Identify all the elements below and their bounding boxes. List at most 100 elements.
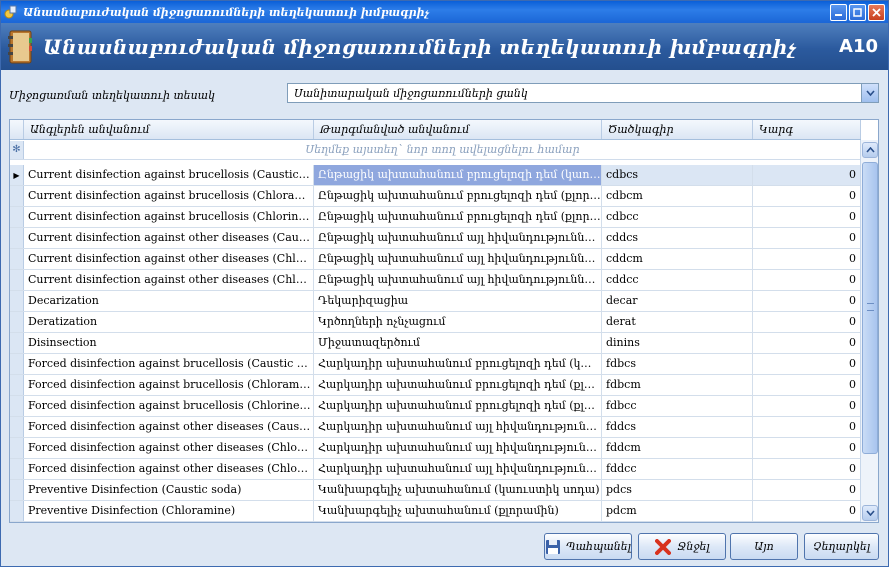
code-cell[interactable]: decar <box>602 291 753 311</box>
row-selector[interactable] <box>10 249 24 269</box>
table-row[interactable]: Deratization Կրծողների ոչնչացում derat 0 <box>10 312 861 333</box>
english-name-cell[interactable]: Preventive Disinfection (Chloramine) <box>24 501 314 521</box>
save-button[interactable]: Պահպանել <box>544 533 632 560</box>
delete-button[interactable]: Ջնջել <box>638 533 726 560</box>
code-cell[interactable]: pdcm <box>602 501 753 521</box>
translated-name-cell[interactable]: Հարկադիր ախտահանում բրուցելոզի դեմ (քլոր… <box>314 396 602 416</box>
order-cell[interactable]: 0 <box>753 417 861 437</box>
order-cell[interactable]: 0 <box>753 186 861 206</box>
row-selector[interactable] <box>10 312 24 332</box>
translated-name-cell[interactable]: Ընթացիկ ախտահանում այլ հիվանդությունների… <box>314 228 602 248</box>
translated-name-cell[interactable]: Ընթացիկ ախտահանում բրուցելոզի դեմ (կաուս… <box>314 165 602 185</box>
english-name-cell[interactable]: Current disinfection against brucellosis… <box>24 207 314 227</box>
table-row[interactable]: Preventive Disinfection (Chloramine) Կանխ… <box>10 501 861 522</box>
table-row[interactable]: Current disinfection against other disea… <box>10 228 861 249</box>
table-row[interactable]: Forced disinfection against other diseas… <box>10 459 861 480</box>
row-selector[interactable] <box>10 186 24 206</box>
cancel-button[interactable]: Չեղարկել <box>804 533 879 560</box>
table-row[interactable]: ▶ Current disinfection against brucellosi… <box>10 165 861 186</box>
current-row-arrow-icon[interactable]: ▶ <box>10 165 24 185</box>
new-row[interactable]: ✻ Սեղմեք այստեղ` նոր տող ավելացնելու համ… <box>10 141 861 160</box>
code-cell[interactable]: cdbcm <box>602 186 753 206</box>
table-row[interactable]: Forced disinfection against brucellosis … <box>10 375 861 396</box>
english-name-cell[interactable]: Current disinfection against other disea… <box>24 228 314 248</box>
row-selector[interactable] <box>10 417 24 437</box>
translated-name-cell[interactable]: Կանխարգելիչ ախտահանում (կաուստիկ սոդա) <box>314 480 602 500</box>
order-cell[interactable]: 0 <box>753 228 861 248</box>
translated-name-cell[interactable]: Հարկադիր ախտահանում բրուցելոզի դեմ (կաու… <box>314 354 602 374</box>
code-cell[interactable]: fddcs <box>602 417 753 437</box>
translated-name-cell[interactable]: Կրծողների ոչնչացում <box>314 312 602 332</box>
english-name-cell[interactable]: Forced disinfection against other diseas… <box>24 438 314 458</box>
code-cell[interactable]: fddcc <box>602 459 753 479</box>
table-row[interactable]: Disinsection Միջատազերծում dinins 0 <box>10 333 861 354</box>
row-selector[interactable] <box>10 354 24 374</box>
english-name-cell[interactable]: Current disinfection against brucellosis… <box>24 186 314 206</box>
code-cell[interactable]: fdbcc <box>602 396 753 416</box>
table-row[interactable]: Preventive Disinfection (Caustic soda) Կա… <box>10 480 861 501</box>
code-cell[interactable]: derat <box>602 312 753 332</box>
order-cell[interactable]: 0 <box>753 312 861 332</box>
code-cell[interactable]: cdbcc <box>602 207 753 227</box>
column-header-translated-name[interactable]: Թարգմանված անվանում <box>314 120 602 139</box>
translated-name-cell[interactable]: Հարկադիր ախտահանում բրուցելոզի դեմ (քլոր… <box>314 375 602 395</box>
row-selector[interactable] <box>10 501 24 521</box>
order-cell[interactable]: 0 <box>753 501 861 521</box>
translated-name-cell[interactable]: Հարկադիր ախտահանում այլ հիվանդություններ… <box>314 417 602 437</box>
order-cell[interactable]: 0 <box>753 480 861 500</box>
translated-name-cell[interactable]: Հարկադիր ախտահանում այլ հիվանդություններ… <box>314 459 602 479</box>
table-row[interactable]: Decarization Դեկարիզացիա decar 0 <box>10 291 861 312</box>
row-selector[interactable] <box>10 459 24 479</box>
row-selector[interactable] <box>10 291 24 311</box>
english-name-cell[interactable]: Forced disinfection against brucellosis … <box>24 354 314 374</box>
english-name-cell[interactable]: Decarization <box>24 291 314 311</box>
english-name-cell[interactable]: Disinsection <box>24 333 314 353</box>
translated-name-cell[interactable]: Միջատազերծում <box>314 333 602 353</box>
row-selector[interactable] <box>10 270 24 290</box>
column-header-code[interactable]: Ծածկագիր <box>602 120 753 139</box>
maximize-button[interactable] <box>849 3 866 21</box>
translated-name-cell[interactable]: Կանխարգելիչ ախտահանում (քլորամին) <box>314 501 602 521</box>
table-row[interactable]: Forced disinfection against brucellosis … <box>10 396 861 417</box>
code-cell[interactable]: cdbcs <box>602 165 753 185</box>
scroll-down-button[interactable] <box>862 505 878 521</box>
order-cell[interactable]: 0 <box>753 207 861 227</box>
english-name-cell[interactable]: Forced disinfection against other diseas… <box>24 417 314 437</box>
row-selector[interactable] <box>10 375 24 395</box>
row-selector[interactable] <box>10 396 24 416</box>
english-name-cell[interactable]: Current disinfection against brucellosis… <box>24 165 314 185</box>
code-cell[interactable]: cddcm <box>602 249 753 269</box>
close-button[interactable] <box>868 3 885 21</box>
order-cell[interactable]: 0 <box>753 375 861 395</box>
english-name-cell[interactable]: Forced disinfection against brucellosis … <box>24 375 314 395</box>
english-name-cell[interactable]: Forced disinfection against brucellosis … <box>24 396 314 416</box>
ok-button[interactable]: Այո <box>730 533 798 560</box>
title-bar[interactable]: Անասնաբուժական միջոցառումների տեղեկատուի… <box>1 1 888 23</box>
order-cell[interactable]: 0 <box>753 291 861 311</box>
code-cell[interactable]: fddcm <box>602 438 753 458</box>
order-cell[interactable]: 0 <box>753 396 861 416</box>
type-dropdown[interactable]: Սանիտարական միջոցառումների ցանկ <box>287 83 879 103</box>
row-selector[interactable] <box>10 438 24 458</box>
row-selector[interactable] <box>10 207 24 227</box>
row-selector[interactable] <box>10 228 24 248</box>
data-grid[interactable]: Անգլերեն անվանում Թարգմանված անվանում Ծա… <box>9 119 879 523</box>
order-cell[interactable]: 0 <box>753 459 861 479</box>
order-cell[interactable]: 0 <box>753 438 861 458</box>
scroll-up-button[interactable] <box>862 142 878 158</box>
minimize-button[interactable] <box>830 3 847 21</box>
code-cell[interactable]: fdbcs <box>602 354 753 374</box>
translated-name-cell[interactable]: Դեկարիզացիա <box>314 291 602 311</box>
column-header-order[interactable]: Կարգ <box>753 120 861 139</box>
code-cell[interactable]: cddcc <box>602 270 753 290</box>
english-name-cell[interactable]: Deratization <box>24 312 314 332</box>
english-name-cell[interactable]: Current disinfection against other disea… <box>24 249 314 269</box>
translated-name-cell[interactable]: Ընթացիկ ախտահանում բրուցելոզի դեմ (քլոր … <box>314 207 602 227</box>
order-cell[interactable]: 0 <box>753 249 861 269</box>
order-cell[interactable]: 0 <box>753 333 861 353</box>
table-row[interactable]: Current disinfection against brucellosis… <box>10 186 861 207</box>
vertical-scrollbar[interactable] <box>860 140 878 522</box>
row-selector[interactable] <box>10 333 24 353</box>
dropdown-arrow-button[interactable] <box>861 84 878 102</box>
english-name-cell[interactable]: Preventive Disinfection (Caustic soda) <box>24 480 314 500</box>
